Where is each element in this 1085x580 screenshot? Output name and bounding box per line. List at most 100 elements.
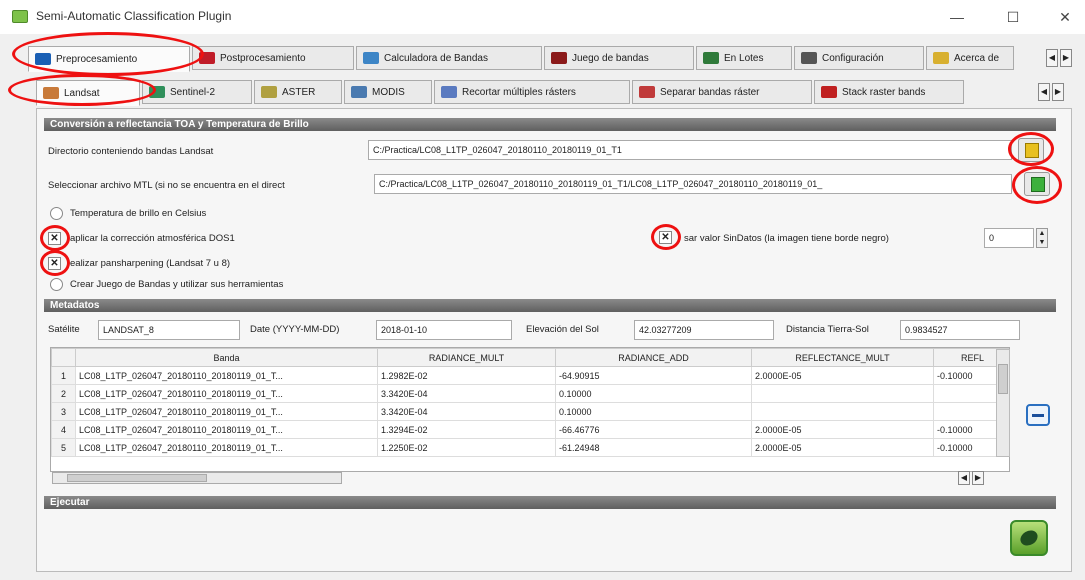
tab-label: Juego de bandas — [572, 52, 649, 64]
table-vertical-scrollbar[interactable] — [996, 349, 1010, 457]
radiance-mult-cell[interactable]: 1.2982E-02 — [377, 366, 556, 385]
reflectance-mult-cell[interactable]: 2.0000E-05 — [751, 366, 934, 385]
column-header[interactable]: REFLECTANCE_MULT — [751, 348, 934, 367]
table-row[interactable]: 2 LC08_L1TP_026047_20180110_20180119_01_… — [51, 384, 1009, 403]
calculator-icon — [363, 52, 379, 64]
tab-scroll-right-button[interactable]: ▶ — [1060, 49, 1072, 67]
tab-label: ASTER — [282, 86, 316, 98]
radiance-mult-cell[interactable]: 3.3420E-04 — [377, 402, 556, 421]
hscroll-left-button[interactable]: ◀ — [958, 471, 970, 485]
reflectance-mult-cell[interactable] — [751, 384, 934, 403]
subtab-scroll-left-button[interactable]: ◀ — [1038, 83, 1050, 101]
minus-icon — [1032, 414, 1044, 417]
tab-en-lotes[interactable]: En Lotes — [696, 46, 792, 70]
row-number: 2 — [51, 384, 76, 403]
annotation-circle — [651, 224, 681, 250]
banda-cell[interactable]: LC08_L1TP_026047_20180110_20180119_01_T.… — [75, 420, 378, 439]
tab-scroll-left-button[interactable]: ◀ — [1046, 49, 1058, 67]
banda-cell[interactable]: LC08_L1TP_026047_20180110_20180119_01_T.… — [75, 384, 378, 403]
tab-label: Acerca de — [954, 52, 1000, 64]
date-input[interactable]: 2018-01-10 — [376, 320, 512, 340]
radiance-add-cell[interactable]: -66.46776 — [555, 420, 752, 439]
satellite-label: Satélite — [48, 324, 80, 335]
run-icon — [1017, 527, 1041, 549]
radiance-mult-cell[interactable]: 1.3294E-02 — [377, 420, 556, 439]
aster-icon — [261, 86, 277, 98]
tab-postprocesamiento[interactable]: Postprocesamiento — [192, 46, 354, 70]
scroll-thumb[interactable] — [67, 474, 207, 482]
tab-label: En Lotes — [724, 52, 764, 64]
tab-label: Separar bandas ráster — [660, 86, 760, 98]
sub-tab-bar: Landsat Sentinel-2 ASTER MODIS Recortar … — [36, 80, 964, 106]
table-row[interactable]: 4 LC08_L1TP_026047_20180110_20180119_01_… — [51, 420, 1009, 439]
tab-juego-bandas[interactable]: Juego de bandas — [544, 46, 694, 70]
tab-label: Recortar múltiples rásters — [462, 86, 576, 98]
satellite-input[interactable]: LANDSAT_8 — [98, 320, 240, 340]
tab-label: Configuración — [822, 52, 884, 64]
table-row[interactable]: 3 LC08_L1TP_026047_20180110_20180119_01_… — [51, 402, 1009, 421]
tab-recortar-rasters[interactable]: Recortar múltiples rásters — [434, 80, 630, 104]
reflectance-mult-cell[interactable]: 2.0000E-05 — [751, 420, 934, 439]
dos1-label: aplicar la corrección atmosférica DOS1 — [70, 233, 235, 244]
celsius-checkbox[interactable] — [50, 207, 63, 220]
nodata-spinner[interactable]: ▲ ▼ — [1036, 228, 1048, 248]
radiance-add-cell[interactable]: -61.24948 — [555, 438, 752, 457]
section-header-metadatos: Metadatos — [44, 299, 1056, 312]
maximize-button[interactable]: ☐ — [998, 6, 1028, 28]
row-number: 3 — [51, 402, 76, 421]
run-button[interactable] — [1010, 520, 1048, 556]
tools-icon — [801, 52, 817, 64]
bandset-checkbox[interactable] — [50, 278, 63, 291]
tab-aster[interactable]: ASTER — [254, 80, 342, 104]
row-number: 5 — [51, 438, 76, 457]
subtab-scroll-right-button[interactable]: ▶ — [1052, 83, 1064, 101]
tab-label: Stack raster bands — [842, 86, 926, 98]
tab-configuracion[interactable]: Configuración — [794, 46, 924, 70]
tab-stack-raster-bands[interactable]: Stack raster bands — [814, 80, 964, 104]
remove-band-button[interactable] — [1026, 404, 1050, 426]
radiance-mult-cell[interactable]: 1.2250E-02 — [377, 438, 556, 457]
table-row[interactable]: 5 LC08_L1TP_026047_20180110_20180119_01_… — [51, 438, 1009, 457]
radiance-add-cell[interactable]: 0.10000 — [555, 384, 752, 403]
tab-modis[interactable]: MODIS — [344, 80, 432, 104]
window-title: Semi-Automatic Classification Plugin — [36, 9, 232, 23]
bands-table: Banda RADIANCE_MULT RADIANCE_ADD REFLECT… — [51, 348, 1009, 457]
banda-cell[interactable]: LC08_L1TP_026047_20180110_20180119_01_T.… — [75, 366, 378, 385]
minimize-button[interactable]: — — [942, 6, 972, 28]
column-header[interactable]: Banda — [75, 348, 378, 367]
banda-cell[interactable]: LC08_L1TP_026047_20180110_20180119_01_T.… — [75, 438, 378, 457]
batch-icon — [703, 52, 719, 64]
tab-sentinel-2[interactable]: Sentinel-2 — [142, 80, 252, 104]
tab-label: Calculadora de Bandas — [384, 52, 488, 64]
tab-label: Postprocesamiento — [220, 52, 306, 64]
close-button[interactable]: ✕ — [1050, 6, 1080, 28]
tab-calculadora-bandas[interactable]: Calculadora de Bandas — [356, 46, 542, 70]
about-icon — [933, 52, 949, 64]
radiance-add-cell[interactable]: -64.90915 — [555, 366, 752, 385]
radiance-add-cell[interactable]: 0.10000 — [555, 402, 752, 421]
layers-icon — [551, 52, 567, 64]
sun-elevation-input[interactable]: 42.03277209 — [634, 320, 774, 340]
column-header[interactable]: RADIANCE_MULT — [377, 348, 556, 367]
celsius-label: Temperatura de brillo en Celsius — [70, 208, 207, 219]
radiance-mult-cell[interactable]: 3.3420E-04 — [377, 384, 556, 403]
split-icon — [639, 86, 655, 98]
table-horizontal-scrollbar[interactable] — [52, 472, 342, 484]
annotation-circle — [40, 225, 70, 251]
mtl-file-input[interactable]: C:/Practica/LC08_L1TP_026047_20180110_20… — [374, 174, 1012, 194]
row-number: 1 — [51, 366, 76, 385]
tab-separar-bandas[interactable]: Separar bandas ráster — [632, 80, 812, 104]
landsat-dir-input[interactable]: C:/Practica/LC08_L1TP_026047_20180110_20… — [368, 140, 1012, 160]
scroll-thumb[interactable] — [998, 364, 1008, 394]
nodata-value-input[interactable]: 0 — [984, 228, 1034, 248]
banda-cell[interactable]: LC08_L1TP_026047_20180110_20180119_01_T.… — [75, 402, 378, 421]
tab-acerca-de[interactable]: Acerca de — [926, 46, 1014, 70]
title-bar: Semi-Automatic Classification Plugin — ☐… — [0, 0, 1085, 34]
reflectance-mult-cell[interactable]: 2.0000E-05 — [751, 438, 934, 457]
table-row[interactable]: 1 LC08_L1TP_026047_20180110_20180119_01_… — [51, 366, 1009, 385]
column-header[interactable]: RADIANCE_ADD — [555, 348, 752, 367]
earth-sun-distance-input[interactable]: 0.9834527 — [900, 320, 1020, 340]
landsat-dir-label: Directorio conteniendo bandas Landsat — [48, 146, 214, 157]
reflectance-mult-cell[interactable] — [751, 402, 934, 421]
hscroll-right-button[interactable]: ▶ — [972, 471, 984, 485]
